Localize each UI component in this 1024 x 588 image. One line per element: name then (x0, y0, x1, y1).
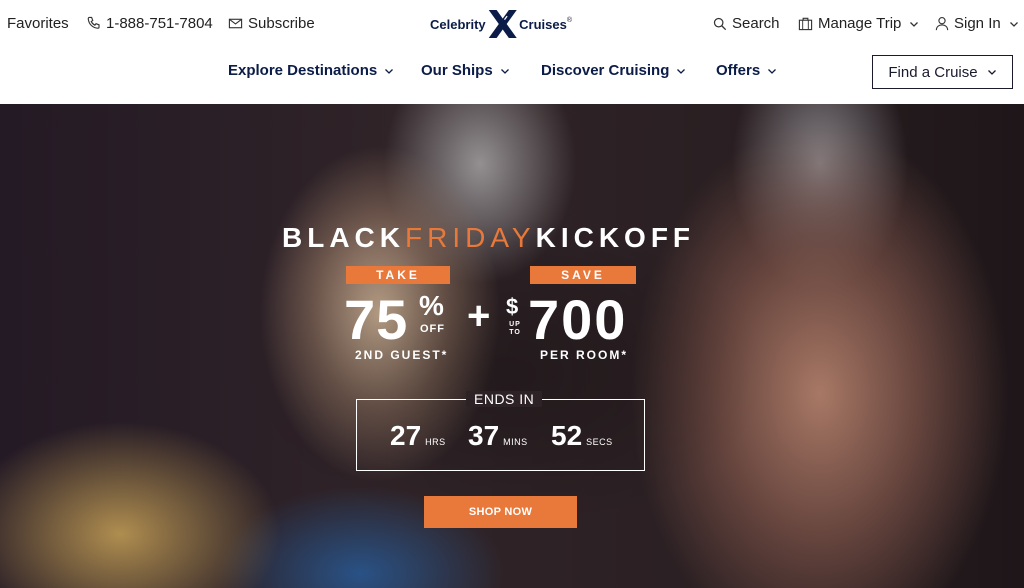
find-a-cruise-button[interactable]: Find a Cruise (872, 55, 1013, 89)
subscribe-label: Subscribe (248, 15, 315, 32)
offer2-value: 700 (528, 288, 628, 351)
chevron-down-icon (500, 68, 509, 74)
countdown-label: ENDS IN (466, 391, 543, 407)
countdown-hours: 27 HRS (390, 420, 446, 452)
offer1-tag: TAKE (346, 266, 450, 284)
find-a-cruise-label: Find a Cruise (888, 63, 978, 81)
sign-in-dropdown[interactable]: Sign In (935, 15, 1019, 32)
logo-word-right: Cruises (519, 16, 567, 32)
chevron-down-icon (768, 68, 777, 74)
offer2-to: TO (509, 329, 521, 336)
logo-x-mark (488, 10, 517, 38)
hours-value: 27 (390, 420, 422, 451)
hero-headline: BLACKFRIDAYKICKOFF (282, 222, 742, 254)
offer1-percent: % (419, 290, 444, 321)
minutes-label: MINS (503, 437, 528, 447)
chevron-down-icon (987, 70, 996, 75)
shop-now-button[interactable]: SHOP NOW (424, 496, 577, 528)
search-label: Search (732, 15, 780, 32)
minutes-value: 37 (468, 420, 500, 451)
chevron-down-icon (385, 68, 394, 74)
seconds-value: 52 (551, 420, 583, 451)
hours-label: HRS (425, 437, 446, 447)
nav-label: Discover Cruising (541, 62, 670, 79)
seconds-label: SECS (586, 437, 613, 447)
celebrity-cruises-logo[interactable]: Celebrity Cruises ® (430, 6, 572, 42)
logo-word-left: Celebrity (430, 16, 486, 32)
offer2-caption: PER ROOM* (540, 348, 629, 362)
chevron-down-icon (677, 68, 686, 74)
offer2-up-to: UP TO (508, 321, 522, 337)
countdown-timer: ENDS IN 27 HRS 37 MINS 52 SECS (356, 391, 645, 471)
offer2-currency: $ (506, 294, 519, 319)
countdown-seconds: 52 SECS (551, 420, 613, 452)
favorites-label: Favorites (7, 15, 69, 32)
hero-banner: BLACKFRIDAYKICKOFF TAKE 75 % OFF 2ND GUE… (0, 104, 1024, 588)
countdown-minutes: 37 MINS (468, 420, 528, 452)
suitcase-icon (798, 17, 813, 31)
favorites-link[interactable]: Favorites (7, 15, 69, 32)
nav-label: Explore Destinations (228, 62, 378, 79)
search-link[interactable]: Search (713, 15, 780, 32)
offer2-up: UP (509, 321, 521, 328)
nav-offers[interactable]: Offers (716, 62, 777, 79)
manage-trip-label: Manage Trip (818, 15, 902, 32)
nav-label: Offers (716, 62, 761, 79)
offer1-value: 75 (344, 288, 409, 351)
hero-image-overlay (240, 214, 770, 534)
subscribe-link[interactable]: Subscribe (228, 15, 315, 32)
utility-bar: Favorites 1-888-751-7804 Subscribe Celeb… (0, 0, 1024, 48)
nav-label: Our Ships (421, 62, 493, 79)
manage-trip-dropdown[interactable]: Manage Trip (798, 15, 919, 32)
envelope-icon (228, 18, 243, 29)
offer1-caption: 2ND GUEST* (355, 348, 449, 362)
offer1-off: OFF (420, 323, 445, 335)
logo-registered: ® (566, 16, 572, 24)
headline-kickoff: KICKOFF (535, 222, 696, 253)
headline-black: BLACK (282, 222, 405, 253)
chevron-down-icon (910, 21, 919, 27)
offer2-tag: SAVE (530, 266, 636, 284)
phone-icon (87, 16, 100, 29)
user-icon (935, 17, 949, 31)
phone-number: 1-888-751-7804 (106, 15, 213, 32)
nav-our-ships[interactable]: Our Ships (421, 62, 510, 79)
nav-discover-cruising[interactable]: Discover Cruising (541, 62, 686, 79)
phone-link[interactable]: 1-888-751-7804 (86, 15, 213, 32)
nav-explore-destinations[interactable]: Explore Destinations (228, 62, 394, 79)
headline-friday: FRIDAY (405, 222, 536, 253)
chevron-down-icon (1009, 21, 1018, 27)
plus-sign: + (467, 294, 491, 338)
search-icon (713, 17, 727, 30)
sign-in-label: Sign In (954, 15, 1001, 32)
